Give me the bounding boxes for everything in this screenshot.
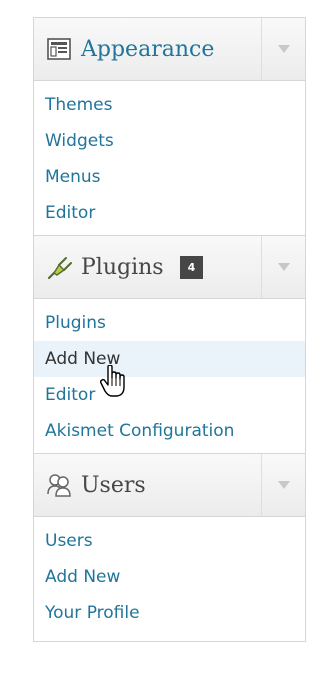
- submenu-item-your-profile[interactable]: Your Profile: [34, 595, 305, 631]
- plugin-plug-icon: [46, 254, 72, 280]
- appearance-toggle[interactable]: [261, 18, 305, 80]
- users-toggle[interactable]: [261, 454, 305, 516]
- hand-pointer-cursor-icon: [100, 365, 125, 397]
- submenu-item-akismet-configuration[interactable]: Akismet Configuration: [34, 413, 305, 449]
- submenu-item-widgets[interactable]: Widgets: [34, 123, 305, 159]
- chevron-down-icon: [277, 45, 290, 53]
- menu-section-appearance[interactable]: Appearance: [34, 18, 305, 81]
- menu-section-users[interactable]: Users: [34, 453, 305, 517]
- submenu-item-plugin-editor[interactable]: Editor: [34, 377, 305, 413]
- chevron-down-icon: [277, 263, 290, 271]
- menu-section-plugins[interactable]: Plugins 4: [34, 235, 305, 299]
- submenu-item-add-new-user[interactable]: Add New: [34, 559, 305, 595]
- chevron-down-icon: [277, 481, 290, 489]
- users-submenu: Users Add New Your Profile: [34, 517, 305, 641]
- menu-title-users[interactable]: Users: [81, 473, 146, 498]
- appearance-submenu: Themes Widgets Menus Editor: [34, 81, 305, 235]
- submenu-item-users[interactable]: Users: [34, 523, 305, 559]
- submenu-item-editor[interactable]: Editor: [34, 195, 305, 231]
- submenu-item-themes[interactable]: Themes: [34, 87, 305, 123]
- menu-title-plugins[interactable]: Plugins: [81, 255, 164, 280]
- admin-sidebar-menu: Appearance Themes Widgets Menus Editor P…: [33, 17, 306, 642]
- plugins-submenu: Plugins Add New Editor Akismet Configura…: [34, 299, 305, 453]
- submenu-item-menus[interactable]: Menus: [34, 159, 305, 195]
- plugins-toggle[interactable]: [261, 236, 305, 298]
- menu-title-appearance[interactable]: Appearance: [81, 37, 214, 62]
- appearance-icon: [46, 36, 72, 62]
- users-icon: [46, 472, 72, 498]
- submenu-item-add-new-plugin[interactable]: Add New: [34, 341, 305, 377]
- plugin-update-count-badge: 4: [179, 255, 204, 279]
- submenu-item-plugins[interactable]: Plugins: [34, 305, 305, 341]
